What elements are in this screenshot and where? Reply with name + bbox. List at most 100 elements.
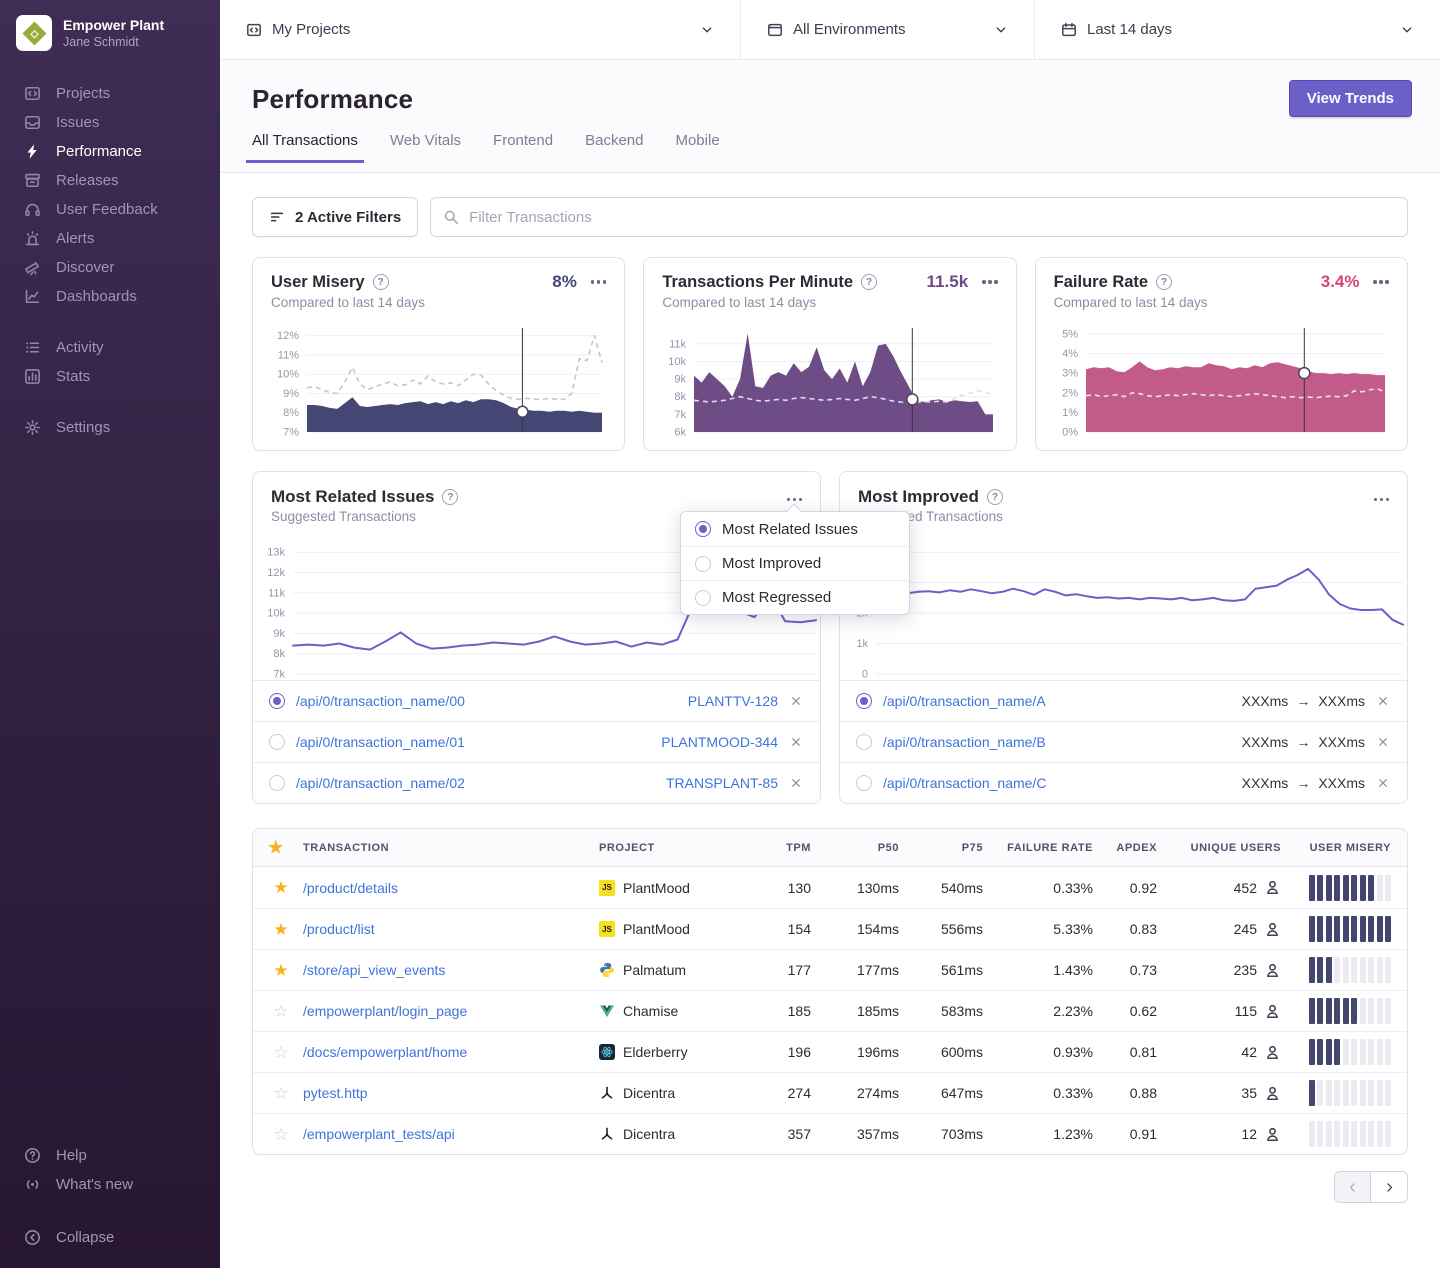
tab-mobile[interactable]: Mobile xyxy=(669,132,725,163)
active-filters-button[interactable]: 2 Active Filters xyxy=(252,197,418,237)
project-cell[interactable]: Palmatum xyxy=(599,962,686,978)
org-switcher[interactable]: Empower Plant Jane Schmidt xyxy=(0,0,220,61)
tab-all-transactions[interactable]: All Transactions xyxy=(246,132,364,163)
card-menu-button[interactable] xyxy=(591,276,607,288)
option-radio[interactable] xyxy=(695,590,711,606)
daterange-selector-label: Last 14 days xyxy=(1087,21,1172,38)
transaction-link[interactable]: /api/0/transaction_name/01 xyxy=(296,734,465,750)
option-radio[interactable] xyxy=(695,556,711,572)
help-icon[interactable]: ? xyxy=(1156,274,1172,290)
sidebar-item-issues[interactable]: Issues xyxy=(0,108,220,137)
tab-web-vitals[interactable]: Web Vitals xyxy=(384,132,467,163)
transaction-link[interactable]: /empowerplant/login_page xyxy=(303,1003,467,1019)
row-radio[interactable] xyxy=(269,775,285,791)
unique-users-cell: 35 xyxy=(1161,1085,1285,1102)
daterange-selector[interactable]: Last 14 days xyxy=(1034,0,1440,59)
help-icon[interactable]: ? xyxy=(373,274,389,290)
dropdown-option-most-related-issues[interactable]: Most Related Issues xyxy=(681,512,909,546)
close-icon[interactable] xyxy=(788,693,804,709)
card-menu-button[interactable] xyxy=(1373,276,1389,288)
option-radio[interactable] xyxy=(695,521,711,537)
row-radio[interactable] xyxy=(856,693,872,709)
search-icon xyxy=(443,209,459,225)
search-input[interactable] xyxy=(430,197,1408,237)
sidebar-item-releases[interactable]: Releases xyxy=(0,166,220,195)
sidebar-item-label: User Feedback xyxy=(56,201,158,218)
sidebar-item-discover[interactable]: Discover xyxy=(0,253,220,282)
transaction-link[interactable]: /api/0/transaction_name/00 xyxy=(296,693,465,709)
project-cell[interactable]: Dicentra xyxy=(599,1085,675,1101)
row-radio[interactable] xyxy=(269,734,285,750)
sidebar-item-projects[interactable]: Projects xyxy=(0,79,220,108)
tab-backend[interactable]: Backend xyxy=(579,132,649,163)
help-icon[interactable]: ? xyxy=(987,489,1003,505)
issue-link[interactable]: TRANSPLANT-85 xyxy=(666,775,778,791)
card-menu-button[interactable] xyxy=(982,276,998,288)
close-icon[interactable] xyxy=(1375,693,1391,709)
unique-users-cell: 245 xyxy=(1161,921,1285,938)
environment-selector[interactable]: All Environments xyxy=(740,0,1034,59)
sidebar-item-label: Activity xyxy=(56,339,104,356)
project-cell[interactable]: JSPlantMood xyxy=(599,880,690,896)
project-cell[interactable]: Chamise xyxy=(599,1003,678,1019)
svg-text:10%: 10% xyxy=(277,369,299,381)
sidebar-item-dashboards[interactable]: Dashboards xyxy=(0,282,220,311)
transaction-link[interactable]: /api/0/transaction_name/C xyxy=(883,775,1046,791)
sidebar-item-settings[interactable]: Settings xyxy=(0,413,220,442)
star-toggle[interactable]: ☆ xyxy=(263,1085,288,1102)
view-trends-button[interactable]: View Trends xyxy=(1289,80,1412,117)
sidebar-item-activity[interactable]: Activity xyxy=(0,333,220,362)
issue-link[interactable]: PLANTTV-128 xyxy=(688,693,778,709)
sidebar-item-user-feedback[interactable]: User Feedback xyxy=(0,195,220,224)
transaction-link[interactable]: /empowerplant_tests/api xyxy=(303,1126,455,1142)
project-cell[interactable]: Dicentra xyxy=(599,1126,675,1142)
close-icon[interactable] xyxy=(1375,775,1391,791)
issue-link[interactable]: PLANTMOOD-344 xyxy=(661,734,778,750)
row-radio[interactable] xyxy=(856,734,872,750)
star-toggle[interactable]: ☆ xyxy=(263,1126,288,1143)
close-icon[interactable] xyxy=(788,775,804,791)
star-toggle[interactable]: ★ xyxy=(263,921,288,938)
sidebar-item-stats[interactable]: Stats xyxy=(0,362,220,391)
row-radio[interactable] xyxy=(269,693,285,709)
project-cell[interactable]: JSPlantMood xyxy=(599,921,690,937)
close-icon[interactable] xyxy=(1375,734,1391,750)
dropdown-option-most-regressed[interactable]: Most Regressed xyxy=(681,580,909,614)
transaction-link[interactable]: /api/0/transaction_name/A xyxy=(883,693,1046,709)
transaction-link[interactable]: /product/list xyxy=(303,921,375,937)
sidebar-collapse-button[interactable]: Collapse xyxy=(0,1223,220,1252)
svg-text:8k: 8k xyxy=(273,648,285,660)
close-icon[interactable] xyxy=(788,734,804,750)
star-toggle[interactable]: ☆ xyxy=(263,1044,288,1061)
transaction-link[interactable]: /docs/empowerplant/home xyxy=(303,1044,467,1060)
sidebar-item-what-s-new[interactable]: What's new xyxy=(0,1170,220,1199)
dropdown-option-most-improved[interactable]: Most Improved xyxy=(681,546,909,580)
star-toggle[interactable]: ☆ xyxy=(263,1003,288,1020)
svg-text:7k: 7k xyxy=(273,669,285,681)
panel-menu-button[interactable] xyxy=(1374,494,1390,506)
transaction-link[interactable]: /api/0/transaction_name/B xyxy=(883,734,1046,750)
transaction-link[interactable]: /api/0/transaction_name/02 xyxy=(296,775,465,791)
project-selector[interactable]: My Projects xyxy=(220,0,740,59)
row-radio[interactable] xyxy=(856,775,872,791)
col-p50: P50 xyxy=(815,842,903,854)
sidebar-item-alerts[interactable]: Alerts xyxy=(0,224,220,253)
star-toggle[interactable]: ★ xyxy=(263,879,288,896)
transaction-link[interactable]: /store/api_view_events xyxy=(303,962,445,978)
transaction-link[interactable]: pytest.http xyxy=(303,1085,368,1101)
help-icon[interactable]: ? xyxy=(861,274,877,290)
help-icon[interactable]: ? xyxy=(442,489,458,505)
org-name: Empower Plant xyxy=(63,17,164,34)
project-cell[interactable]: Elderberry xyxy=(599,1044,688,1060)
table-row: ☆ pytest.http Dicentra 274 274ms 647ms 0… xyxy=(253,1072,1407,1113)
transaction-link[interactable]: /product/details xyxy=(303,880,398,896)
sidebar-item-performance[interactable]: Performance xyxy=(0,137,220,166)
next-page-button[interactable] xyxy=(1371,1172,1407,1202)
star-toggle[interactable]: ★ xyxy=(263,962,288,979)
svg-text:1k: 1k xyxy=(856,638,868,650)
sidebar-item-help[interactable]: Help xyxy=(0,1141,220,1170)
tab-frontend[interactable]: Frontend xyxy=(487,132,559,163)
svg-text:3%: 3% xyxy=(1062,368,1078,380)
p50-cell: 177ms xyxy=(815,962,903,978)
previous-page-button[interactable] xyxy=(1335,1172,1371,1202)
